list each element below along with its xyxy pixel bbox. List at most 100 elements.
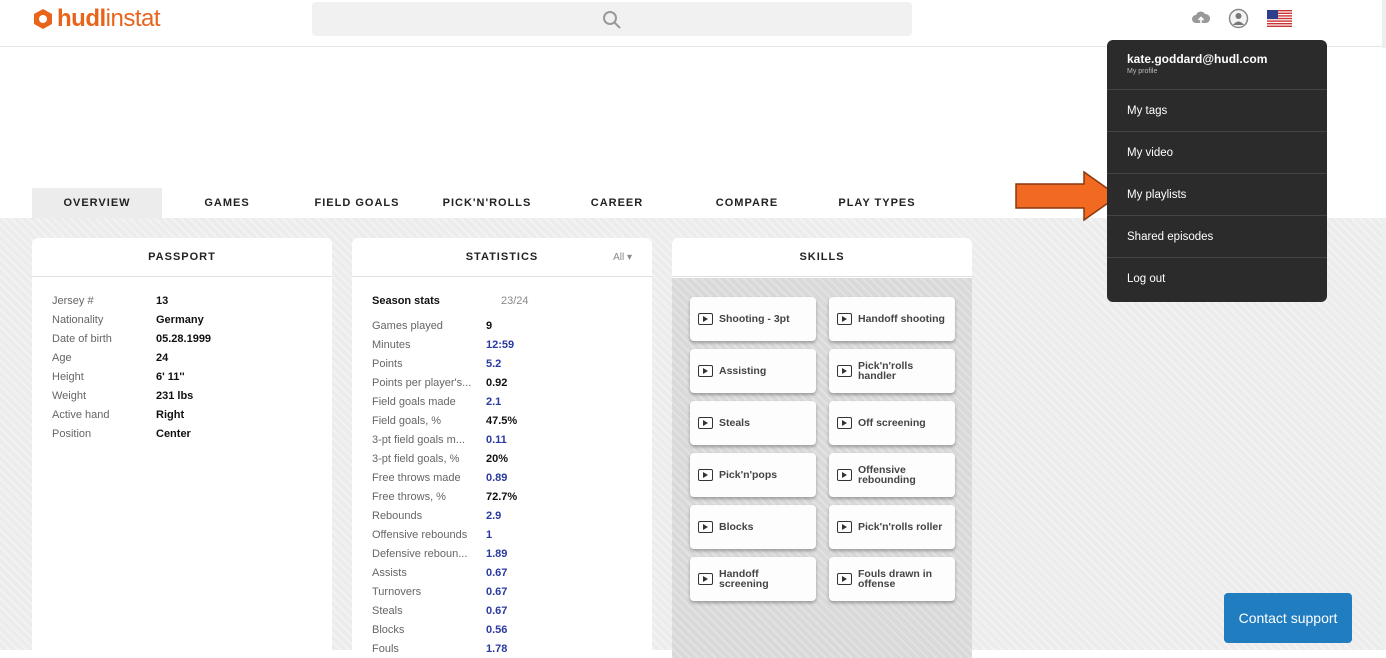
skill-video-button[interactable]: Handoff shooting: [829, 297, 955, 341]
statistics-header: STATISTICS All ▾: [352, 238, 652, 277]
tab-overview[interactable]: OVERVIEW: [32, 188, 162, 218]
stat-label: Steals: [372, 605, 403, 617]
skill-video-button[interactable]: Pick'n'rolls handler: [829, 349, 955, 393]
skill-label: Fouls drawn in offense: [858, 568, 933, 590]
skill-video-button[interactable]: Pick'n'rolls roller: [829, 505, 955, 549]
stat-value[interactable]: 0.67: [486, 586, 507, 598]
statistics-title: STATISTICS: [465, 251, 539, 263]
us-flag-icon[interactable]: [1267, 10, 1292, 27]
stat-label: Free throws made: [372, 472, 461, 484]
menu-item-my-video[interactable]: My video: [1107, 132, 1327, 174]
skill-video-button[interactable]: Offensive rebounding: [829, 453, 955, 497]
stat-label: Turnovers: [372, 586, 422, 598]
season-value: 23/24: [501, 295, 529, 307]
play-icon: [698, 521, 713, 533]
passport-title: PASSPORT: [32, 238, 332, 277]
tab-compare[interactable]: COMPARE: [682, 188, 812, 218]
skill-video-button[interactable]: Off screening: [829, 401, 955, 445]
passport-value: Right: [156, 409, 185, 421]
play-icon: [698, 469, 713, 481]
my-profile-link[interactable]: My profile: [1127, 68, 1307, 75]
skill-label: Steals: [719, 417, 750, 429]
tab-pick-n-rolls[interactable]: PICK'N'ROLLS: [422, 188, 552, 218]
skill-video-button[interactable]: Steals: [690, 401, 816, 445]
play-icon: [837, 521, 852, 533]
skill-label: Offensive rebounding: [858, 464, 916, 486]
passport-value: 13: [156, 295, 169, 307]
skills-title: SKILLS: [672, 238, 972, 277]
stat-label: Rebounds: [372, 510, 423, 522]
skill-video-button[interactable]: Assisting: [690, 349, 816, 393]
stat-value[interactable]: 1.78: [486, 643, 507, 655]
skill-label: Shooting - 3pt: [719, 313, 790, 325]
tab-field-goals[interactable]: FIELD GOALS: [292, 188, 422, 218]
stat-value[interactable]: 0.67: [486, 567, 507, 579]
logo-text-instat: instat: [105, 5, 161, 32]
passport-label: Jersey #: [52, 295, 94, 307]
search-icon: [603, 11, 621, 29]
skill-label: Handoff screening: [719, 568, 769, 590]
passport-value: Center: [156, 428, 191, 440]
play-icon: [837, 313, 852, 325]
passport-value: 05.28.1999: [156, 333, 212, 345]
skill-video-button[interactable]: Handoff screening: [690, 557, 816, 601]
stat-label: Offensive rebounds: [372, 529, 468, 541]
menu-profile-header[interactable]: kate.goddard@hudl.com My profile: [1107, 40, 1327, 90]
statistics-filter-dropdown[interactable]: All ▾: [613, 238, 632, 277]
passport-label: Position: [52, 428, 92, 440]
user-email: kate.goddard@hudl.com: [1127, 52, 1268, 66]
search-input[interactable]: [312, 2, 912, 36]
play-icon: [698, 365, 713, 377]
menu-item-my-tags[interactable]: My tags: [1107, 90, 1327, 132]
skill-video-button[interactable]: Shooting - 3pt: [690, 297, 816, 341]
skill-label: Blocks: [719, 521, 754, 533]
tab-career[interactable]: CAREER: [552, 188, 682, 218]
cloud-upload-icon[interactable]: [1191, 8, 1211, 28]
skill-label: Handoff shooting: [858, 313, 945, 325]
passport-label: Height: [52, 371, 84, 383]
menu-item-shared-episodes[interactable]: Shared episodes: [1107, 216, 1327, 258]
stat-value[interactable]: 12:59: [486, 339, 514, 351]
stat-label: Free throws, %: [372, 491, 446, 503]
stat-value[interactable]: 2.9: [486, 510, 501, 522]
stat-value[interactable]: 2.1: [486, 396, 501, 408]
stat-value[interactable]: 0.67: [486, 605, 507, 617]
stat-label: Blocks: [372, 624, 405, 636]
passport-value: 231 lbs: [156, 390, 194, 402]
tab-play-types[interactable]: PLAY TYPES: [812, 188, 942, 218]
skill-video-button[interactable]: Fouls drawn in offense: [829, 557, 955, 601]
passport-label: Weight: [52, 390, 87, 402]
menu-item-log-out[interactable]: Log out: [1107, 258, 1327, 300]
skills-card: SKILLS Shooting - 3pt Handoff shooting Ass…: [672, 238, 972, 658]
stat-value[interactable]: 0.56: [486, 624, 507, 636]
hudl-instat-logo[interactable]: hudl instat: [32, 5, 161, 33]
skill-label: Pick'n'rolls handler: [858, 360, 914, 382]
stat-value[interactable]: 5.2: [486, 358, 501, 370]
passport-label: Age: [52, 352, 72, 364]
user-account-icon[interactable]: [1228, 8, 1249, 29]
skill-video-button[interactable]: Blocks: [690, 505, 816, 549]
passport-value: 24: [156, 352, 169, 364]
stat-value: 20%: [486, 453, 509, 465]
stat-value[interactable]: 0.11: [486, 434, 507, 446]
chevron-down-icon: ▾: [626, 252, 632, 263]
stat-value: 47.5%: [486, 415, 518, 427]
stat-label: Defensive reboun...: [372, 548, 468, 560]
stat-label: Points per player's...: [372, 377, 472, 389]
stat-label: Minutes: [372, 339, 411, 351]
stat-label: 3-pt field goals m...: [372, 434, 465, 446]
menu-item-my-playlists[interactable]: My playlists: [1107, 174, 1327, 216]
passport-label: Date of birth: [52, 333, 112, 345]
stat-value[interactable]: 0.89: [486, 472, 507, 484]
contact-support-button[interactable]: Contact support: [1224, 593, 1352, 643]
stat-value[interactable]: 1.89: [486, 548, 507, 560]
tab-games[interactable]: GAMES: [162, 188, 292, 218]
play-icon: [837, 469, 852, 481]
play-icon: [698, 313, 713, 325]
stat-label: Field goals made: [372, 396, 456, 408]
play-icon: [837, 573, 852, 585]
arrow-pointer-icon: [1015, 170, 1120, 222]
passport-value: 6' 11'': [156, 371, 185, 383]
skill-video-button[interactable]: Pick'n'pops: [690, 453, 816, 497]
stat-value[interactable]: 1: [486, 529, 492, 541]
